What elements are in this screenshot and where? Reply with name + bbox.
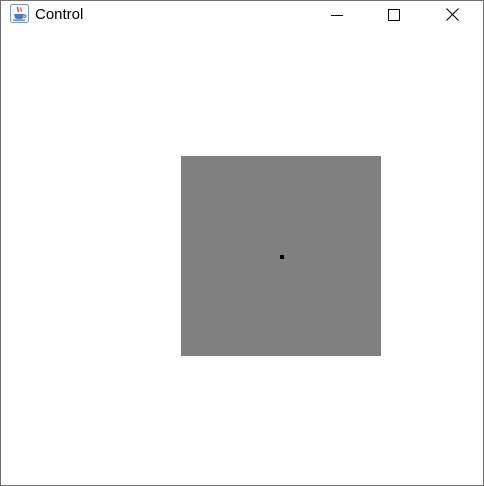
window-title: Control (35, 6, 84, 23)
center-dot (280, 255, 284, 259)
close-icon (445, 8, 459, 21)
title-bar[interactable]: Control (1, 1, 483, 28)
close-button[interactable] (429, 1, 475, 28)
app-window: Control (0, 0, 484, 486)
gray-square-panel[interactable] (181, 156, 381, 356)
minimize-icon (331, 14, 343, 16)
minimize-button[interactable] (314, 1, 360, 28)
drawing-canvas[interactable] (1, 28, 483, 485)
java-coffee-cup-icon[interactable] (10, 4, 29, 23)
maximize-icon (388, 8, 400, 21)
maximize-button[interactable] (371, 1, 417, 28)
